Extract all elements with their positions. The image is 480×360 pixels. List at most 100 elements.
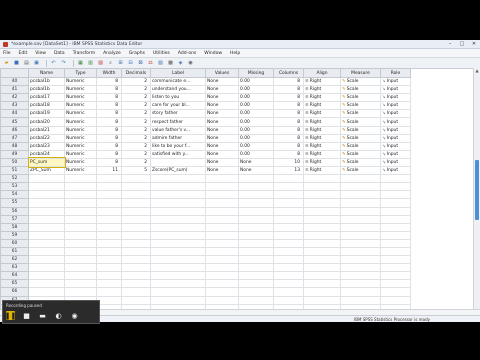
header-columns[interactable]: Columns xyxy=(273,68,304,78)
var-name-cell[interactable]: pcsbal19 xyxy=(28,109,65,119)
open-folder-icon[interactable]: ▰ xyxy=(3,60,10,67)
empty-cell[interactable] xyxy=(150,222,206,232)
var-type-cell[interactable]: Numeric xyxy=(64,141,97,151)
var-measure-cell[interactable]: ✎Scale xyxy=(340,125,381,135)
var-role-cell[interactable]: ↘Input xyxy=(380,157,411,168)
var-missing-cell[interactable]: 0.00 xyxy=(238,85,274,95)
var-role-cell[interactable]: ↘Input xyxy=(380,109,411,119)
empty-cell[interactable] xyxy=(64,182,97,192)
var-role-cell[interactable]: ↘Input xyxy=(380,125,411,135)
webcam-icon[interactable]: ◐ xyxy=(54,311,63,320)
empty-cell[interactable] xyxy=(238,190,274,200)
row-number[interactable]: 54 xyxy=(0,190,29,200)
empty-cell[interactable] xyxy=(238,198,274,208)
empty-cell[interactable] xyxy=(64,222,97,232)
empty-cell[interactable] xyxy=(96,206,122,216)
empty-cell[interactable] xyxy=(28,182,65,192)
empty-cell[interactable] xyxy=(205,206,239,216)
row-number[interactable]: 51 xyxy=(0,166,29,176)
empty-cell[interactable] xyxy=(121,214,151,224)
var-type-cell[interactable]: Numeric xyxy=(64,109,97,119)
empty-cell[interactable] xyxy=(340,255,381,265)
var-role-cell[interactable]: ↘Input xyxy=(380,133,411,143)
goto-variable-icon[interactable]: ▥ xyxy=(87,60,94,67)
var-values-cell[interactable]: None xyxy=(205,109,239,119)
empty-cell[interactable] xyxy=(28,198,65,208)
empty-cell[interactable] xyxy=(150,279,206,289)
empty-cell[interactable] xyxy=(238,222,274,232)
var-align-cell[interactable]: ≡Right xyxy=(303,141,341,151)
var-align-cell[interactable]: ≡Right xyxy=(303,93,341,103)
var-decimals-cell[interactable]: 2 xyxy=(121,141,151,151)
menu-help[interactable]: Help xyxy=(230,51,240,56)
var-label-cell[interactable]: admire father xyxy=(150,133,206,143)
empty-cell[interactable] xyxy=(150,271,206,281)
empty-cell[interactable] xyxy=(340,182,381,192)
print-icon[interactable]: ▤ xyxy=(23,60,30,67)
empty-cell[interactable] xyxy=(121,174,151,184)
empty-cell[interactable] xyxy=(150,255,206,265)
empty-cell[interactable] xyxy=(28,263,65,273)
empty-cell[interactable] xyxy=(121,190,151,200)
empty-cell[interactable] xyxy=(238,174,274,184)
empty-cell[interactable] xyxy=(96,222,122,232)
menu-view[interactable]: View xyxy=(35,51,46,56)
empty-cell[interactable] xyxy=(273,271,304,281)
empty-cell[interactable] xyxy=(96,271,122,281)
header-missing[interactable]: Missing xyxy=(238,68,274,78)
menu-utilities[interactable]: Utilities xyxy=(153,51,170,56)
empty-cell[interactable] xyxy=(340,279,381,289)
var-missing-cell[interactable]: 0.00 xyxy=(238,125,274,135)
empty-cell[interactable] xyxy=(121,238,151,248)
empty-cell[interactable] xyxy=(150,198,206,208)
empty-cell[interactable] xyxy=(205,182,239,192)
empty-cell[interactable] xyxy=(303,174,341,184)
header-label[interactable]: Label xyxy=(150,68,206,78)
empty-cell[interactable] xyxy=(205,287,239,297)
var-values-cell[interactable]: None xyxy=(205,101,239,111)
empty-cell[interactable] xyxy=(121,263,151,273)
empty-cell[interactable] xyxy=(28,222,65,232)
var-width-cell[interactable]: 8 xyxy=(96,76,122,87)
var-type-cell[interactable]: Numeric xyxy=(64,149,97,159)
var-role-cell[interactable]: ↘Input xyxy=(380,166,411,176)
var-role-cell[interactable]: ↘Input xyxy=(380,93,411,103)
var-name-cell[interactable]: pcsbal20 xyxy=(28,117,65,127)
var-values-cell[interactable]: None xyxy=(205,117,239,127)
empty-cell[interactable] xyxy=(205,238,239,248)
var-values-cell[interactable]: None xyxy=(205,166,239,176)
empty-cell[interactable] xyxy=(380,295,411,305)
empty-cell[interactable] xyxy=(205,198,239,208)
var-missing-cell[interactable]: 0.00 xyxy=(238,109,274,119)
weight-cases-icon[interactable]: ⚖ xyxy=(147,60,154,67)
var-role-cell[interactable]: ↘Input xyxy=(380,85,411,95)
var-role-cell[interactable]: ↘Input xyxy=(380,117,411,127)
var-columns-cell[interactable]: 8 xyxy=(273,85,304,95)
var-type-cell[interactable]: Numeric xyxy=(64,133,97,143)
empty-cell[interactable] xyxy=(238,287,274,297)
empty-cell[interactable] xyxy=(380,206,411,216)
var-measure-cell[interactable]: ✎Scale xyxy=(340,166,381,176)
menu-window[interactable]: Window xyxy=(204,51,222,56)
var-values-cell[interactable]: None xyxy=(205,85,239,95)
scrollbar-thumb[interactable] xyxy=(475,160,479,220)
empty-cell[interactable] xyxy=(303,271,341,281)
var-decimals-cell[interactable]: 2 xyxy=(121,133,151,143)
empty-cell[interactable] xyxy=(340,214,381,224)
var-width-cell[interactable]: 8 xyxy=(96,149,122,159)
empty-cell[interactable] xyxy=(303,246,341,257)
empty-cell[interactable] xyxy=(28,230,65,240)
var-columns-cell[interactable]: 8 xyxy=(273,76,304,87)
var-missing-cell[interactable]: None xyxy=(238,166,274,176)
empty-cell[interactable] xyxy=(64,287,97,297)
empty-cell[interactable] xyxy=(205,222,239,232)
var-label-cell[interactable]: listen to you xyxy=(150,93,206,103)
empty-cell[interactable] xyxy=(96,214,122,224)
row-number[interactable]: 55 xyxy=(0,198,29,208)
empty-cell[interactable] xyxy=(340,174,381,184)
empty-cell[interactable] xyxy=(273,246,304,257)
empty-cell[interactable] xyxy=(340,295,381,305)
pause-icon[interactable]: ❚❚ xyxy=(5,311,16,320)
header-role[interactable]: Role xyxy=(380,68,411,78)
empty-cell[interactable] xyxy=(96,287,122,297)
